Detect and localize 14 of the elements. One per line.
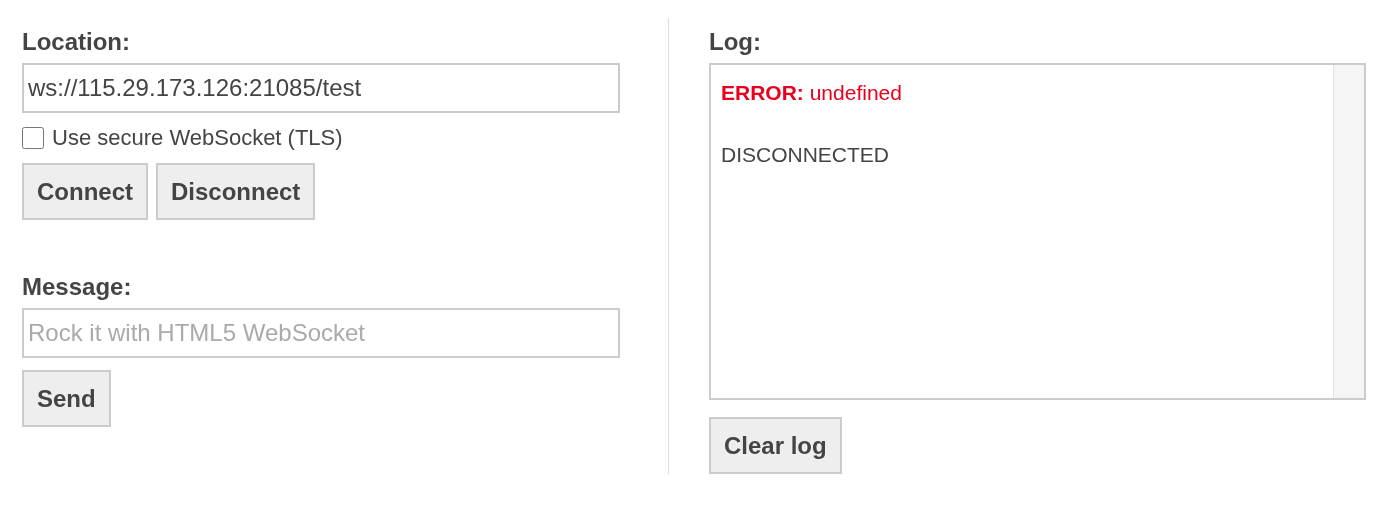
log-entry: DISCONNECTED xyxy=(721,142,890,168)
log-entry: ERROR: undefined xyxy=(721,80,903,106)
checkbox[interactable] xyxy=(22,127,44,149)
connect-button[interactable]: Connect xyxy=(22,163,148,220)
field-label: Log: xyxy=(709,28,762,56)
field-label: Location: xyxy=(22,28,131,56)
scrollbar[interactable] xyxy=(1333,65,1364,398)
disconnect-button[interactable]: Disconnect xyxy=(156,163,316,220)
input-field[interactable]: Rock it with HTML5 WebSocket xyxy=(22,308,620,358)
input-field[interactable]: ws://115.29.173.126:21085/test xyxy=(22,63,620,113)
field-label: Message: xyxy=(22,273,133,301)
checkbox-label: Use secure WebSocket (TLS) xyxy=(52,125,343,151)
clear-log-button[interactable]: Clear log xyxy=(709,417,842,474)
send-button[interactable]: Send xyxy=(22,370,111,427)
